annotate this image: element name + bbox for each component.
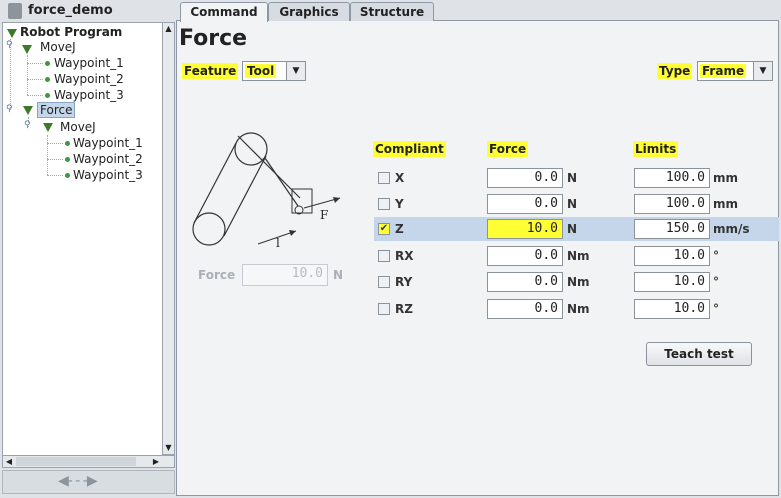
waypoint-icon — [65, 157, 70, 162]
force-unit: N — [567, 197, 578, 211]
panel-resize-handle[interactable]: ◀- - -▶ — [2, 470, 175, 494]
limit-value-field[interactable]: 150.0 — [634, 219, 710, 239]
expand-icon[interactable] — [7, 29, 17, 38]
chevron-down-icon[interactable]: ▼ — [286, 62, 305, 80]
force-input-label: Force — [198, 268, 236, 282]
tree-node-waypoint-2[interactable]: Waypoint_2 — [73, 152, 143, 166]
limit-unit: ° — [713, 302, 719, 316]
compliant-column-header: Compliant — [373, 141, 446, 157]
waypoint-icon — [65, 141, 70, 146]
axis-label: Z — [395, 222, 404, 236]
axis-label: RY — [395, 275, 413, 289]
force-value-field[interactable]: 0.0 — [487, 272, 563, 292]
expand-icon[interactable] — [22, 45, 32, 54]
scroll-down-icon[interactable]: ▼ — [163, 442, 174, 454]
pin-icon: ⚲ — [6, 40, 13, 50]
force-vector-label: F — [320, 208, 329, 222]
compliant-checkbox-x[interactable] — [378, 172, 390, 184]
feature-label: Feature — [182, 63, 239, 79]
compliant-checkbox-z[interactable]: ✔ — [378, 223, 390, 235]
limits-column-header: Limits — [633, 141, 679, 157]
program-header: force_demo — [0, 0, 176, 22]
limit-unit: mm — [713, 171, 739, 185]
tree-node-waypoint-3[interactable]: Waypoint_3 — [54, 88, 124, 102]
length-vector-label: l — [276, 236, 280, 250]
scroll-up-icon[interactable]: ▲ — [163, 23, 174, 35]
force-value-field[interactable]: 10.0 — [487, 219, 563, 239]
force-value-field[interactable]: 0.0 — [487, 246, 563, 266]
pin-icon: ⚲ — [24, 120, 31, 130]
limit-unit: ° — [713, 249, 719, 263]
compliant-checkbox-rx[interactable] — [378, 250, 390, 262]
tree-node-movej[interactable]: MoveJ — [40, 40, 76, 54]
program-title: force_demo — [28, 3, 113, 18]
axis-label: Y — [395, 197, 404, 211]
tree-node-waypoint-1[interactable]: Waypoint_1 — [73, 136, 143, 150]
axis-label: X — [395, 171, 405, 185]
force-value-field[interactable]: 0.0 — [487, 299, 563, 319]
teach-test-button[interactable]: Teach test — [646, 342, 752, 366]
type-label: Type — [657, 63, 693, 79]
double-arrow-icon: ◀- - -▶ — [58, 473, 98, 489]
compliant-checkbox-ry[interactable] — [378, 276, 390, 288]
waypoint-icon — [45, 61, 50, 66]
limit-value-field[interactable]: 10.0 — [634, 246, 710, 266]
program-tree[interactable]: Robot Program ⚲ MoveJ Waypoint_1 Waypoin… — [2, 22, 164, 457]
scroll-right-icon[interactable]: ▶ — [150, 456, 162, 467]
pin-icon: ⚲ — [6, 104, 13, 114]
tree-node-waypoint-2[interactable]: Waypoint_2 — [54, 72, 124, 86]
tree-node-waypoint-1[interactable]: Waypoint_1 — [54, 56, 124, 70]
waypoint-icon — [45, 77, 50, 82]
axis-label: RZ — [395, 302, 413, 316]
force-column-header: Force — [487, 141, 529, 157]
file-icon — [8, 3, 22, 19]
limit-unit: mm — [713, 197, 739, 211]
type-select[interactable]: Frame ▼ — [697, 61, 773, 81]
force-input-field[interactable]: 10.0 — [242, 264, 328, 286]
limit-value-field[interactable]: 100.0 — [634, 168, 710, 188]
waypoint-icon — [65, 173, 70, 178]
tree-node-waypoint-3[interactable]: Waypoint_3 — [73, 168, 143, 182]
tab-graphics[interactable]: Graphics — [268, 2, 350, 21]
force-unit: Nm — [567, 302, 590, 316]
force-input-unit: N — [333, 268, 344, 282]
page-title: Force — [179, 26, 248, 51]
scroll-left-icon[interactable]: ◀ — [3, 456, 15, 467]
waypoint-icon — [45, 93, 50, 98]
expand-icon[interactable] — [23, 106, 33, 115]
force-unit: N — [567, 171, 578, 185]
force-unit: N — [567, 222, 578, 236]
limit-value-field[interactable]: 10.0 — [634, 299, 710, 319]
force-unit: Nm — [567, 275, 590, 289]
tree-node-robot-program[interactable]: Robot Program — [20, 25, 122, 39]
limit-unit: mm/s — [713, 222, 750, 236]
scroll-thumb[interactable] — [16, 457, 136, 466]
expand-icon[interactable] — [43, 123, 53, 132]
compliant-checkbox-y[interactable] — [378, 198, 390, 210]
limit-unit: ° — [713, 275, 719, 289]
force-unit: Nm — [567, 249, 590, 263]
force-frame-illustration — [192, 132, 341, 246]
chevron-down-icon[interactable]: ▼ — [753, 62, 772, 80]
limit-value-field[interactable]: 100.0 — [634, 194, 710, 214]
tab-structure[interactable]: Structure — [350, 2, 434, 21]
type-selected-value: Frame — [700, 64, 747, 78]
tree-node-movej[interactable]: MoveJ — [60, 120, 96, 134]
force-value-field[interactable]: 0.0 — [487, 194, 563, 214]
tree-vertical-scrollbar[interactable]: ▲ ▼ — [162, 22, 175, 455]
force-value-field[interactable]: 0.0 — [487, 168, 563, 188]
tree-horizontal-scrollbar[interactable]: ◀ ▶ — [2, 455, 175, 468]
feature-selected-value: Tool — [245, 64, 277, 78]
feature-select[interactable]: Tool ▼ — [242, 61, 306, 81]
tab-command[interactable]: Command — [180, 2, 268, 22]
compliant-checkbox-rz[interactable] — [378, 303, 390, 315]
tree-node-force[interactable]: Force — [37, 102, 76, 118]
axis-label: RX — [395, 249, 414, 263]
limit-value-field[interactable]: 10.0 — [634, 272, 710, 292]
